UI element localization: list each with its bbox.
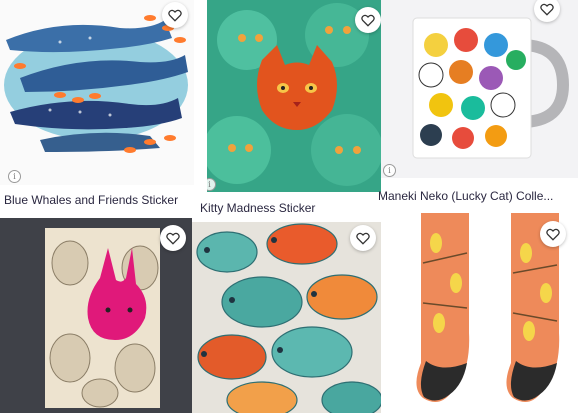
product-image-maneki-neko-mug[interactable] bbox=[381, 0, 578, 178]
product-card-cockatiel-socks[interactable] bbox=[381, 213, 578, 413]
heart-outline-icon bbox=[168, 9, 182, 22]
heart-outline-icon bbox=[546, 228, 560, 241]
product-card-kitty-madness[interactable]: i bbox=[207, 0, 381, 192]
heart-outline-icon bbox=[356, 232, 370, 245]
product-card-fish-school[interactable] bbox=[192, 222, 381, 413]
favorite-button[interactable] bbox=[540, 221, 566, 247]
product-title[interactable]: Maneki Neko (Lucky Cat) Colle... bbox=[378, 189, 568, 203]
favorite-button[interactable] bbox=[160, 225, 186, 251]
favorite-button[interactable] bbox=[355, 7, 381, 33]
info-icon[interactable]: i bbox=[383, 164, 396, 177]
mug-artwork bbox=[381, 0, 578, 178]
info-icon[interactable]: i bbox=[8, 170, 21, 183]
product-card-maneki-neko[interactable]: i bbox=[381, 0, 578, 178]
product-title[interactable]: Blue Whales and Friends Sticker bbox=[4, 193, 194, 207]
kitty-madness-artwork bbox=[207, 0, 381, 192]
product-image-kitty-madness[interactable] bbox=[207, 0, 381, 192]
product-image-blue-whales[interactable] bbox=[0, 0, 194, 185]
favorite-button[interactable] bbox=[162, 2, 188, 28]
heart-outline-icon bbox=[166, 232, 180, 245]
fish-school-artwork bbox=[192, 222, 381, 413]
favorite-button[interactable] bbox=[350, 225, 376, 251]
product-card-blue-whales[interactable]: i bbox=[0, 0, 194, 185]
heart-outline-icon bbox=[540, 3, 554, 16]
product-card-bunnies-tshirt[interactable] bbox=[0, 218, 192, 413]
heart-outline-icon bbox=[361, 14, 375, 27]
product-image-fish-school[interactable] bbox=[192, 222, 381, 413]
blue-whales-artwork bbox=[4, 15, 188, 153]
product-title[interactable]: Kitty Madness Sticker bbox=[200, 201, 370, 215]
